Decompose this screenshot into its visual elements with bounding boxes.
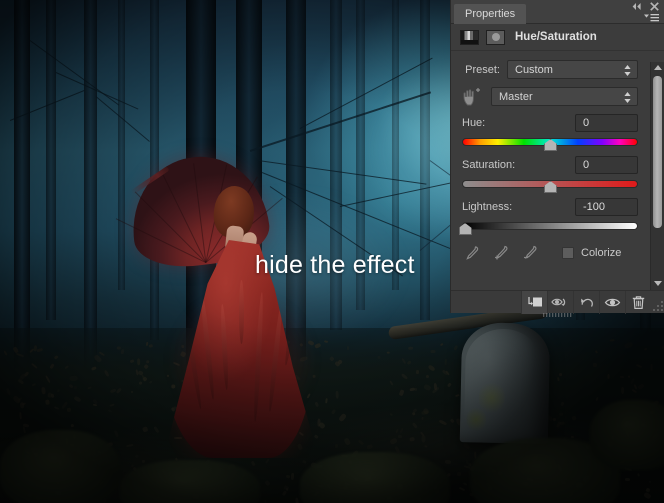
on-image-adjustment-hand-icon[interactable]: [461, 87, 483, 107]
toggle-visibility-button[interactable]: [599, 290, 625, 314]
close-icon[interactable]: [649, 1, 660, 12]
collapse-to-icons-icon[interactable]: [631, 1, 642, 12]
scroll-down-arrow-icon[interactable]: [651, 278, 664, 290]
lightness-slider[interactable]: [458, 219, 638, 235]
eye-icon: [604, 298, 621, 306]
panel-body: Preset: Custom Master Hue: 0 Saturation:…: [451, 51, 664, 266]
eye-arrow-icon: [551, 298, 566, 306]
colorize-checkbox[interactable]: [562, 247, 574, 259]
hue-slider-block: Hue: 0: [451, 113, 664, 151]
scroll-up-arrow-icon[interactable]: [651, 62, 664, 74]
preset-row: Preset: Custom: [451, 59, 664, 80]
saturation-input[interactable]: 0: [575, 156, 638, 174]
lightness-input[interactable]: -100: [575, 198, 638, 216]
saturation-slider-block: Saturation: 0: [451, 155, 664, 193]
reset-arrow-icon: [580, 298, 593, 307]
scrollbar-thumb[interactable]: [653, 76, 662, 228]
add-to-sample-eyedropper[interactable]: [493, 245, 508, 261]
panel-footer-toolbar: [451, 290, 664, 317]
lightness-slider-block: Lightness: -100: [451, 197, 664, 235]
app-root: hide the effect Properties Hue/Saturatio…: [0, 0, 664, 503]
panel-tab-bar: Properties: [451, 0, 664, 24]
saturation-label: Saturation:: [462, 159, 516, 171]
panel-window-buttons: [631, 1, 660, 12]
preset-select[interactable]: Custom: [507, 60, 638, 79]
hue-slider[interactable]: [462, 135, 638, 151]
trash-icon: [632, 295, 645, 309]
hue-input[interactable]: 0: [575, 114, 638, 132]
panel-scrollbar[interactable]: [650, 62, 664, 290]
layer-mask-icon[interactable]: [486, 29, 505, 45]
preset-value: Custom: [515, 63, 553, 76]
preset-label: Preset:: [465, 63, 500, 76]
clip-to-layer-icon: [528, 297, 542, 307]
properties-panel: Properties Hue/Saturation Preset: Custom…: [450, 0, 664, 317]
panel-header: Hue/Saturation: [451, 24, 664, 51]
eyedropper-row: Colorize: [451, 240, 664, 266]
panel-resize-grip[interactable]: [651, 291, 664, 314]
saturation-slider[interactable]: [462, 177, 638, 193]
hue-saturation-adjustment-icon[interactable]: [460, 29, 479, 45]
lightness-gradient-track[interactable]: [462, 222, 638, 230]
lightness-label: Lightness:: [462, 201, 513, 213]
channel-value: Master: [499, 90, 533, 103]
chevron-updown-icon: [624, 64, 631, 77]
subtract-from-sample-eyedropper[interactable]: [522, 245, 537, 261]
tab-properties[interactable]: Properties: [454, 4, 527, 24]
colorize-checkbox-row[interactable]: Colorize: [562, 247, 621, 259]
resize-grip-icon: [653, 300, 663, 311]
hue-label: Hue:: [462, 117, 486, 129]
page-title: Hue/Saturation: [515, 31, 597, 43]
channel-row: Master: [451, 86, 664, 107]
chevron-updown-icon: [624, 91, 631, 104]
delete-layer-button[interactable]: [625, 290, 651, 314]
reset-button[interactable]: [573, 290, 599, 314]
panel-drag-handle[interactable]: [543, 308, 573, 317]
colorize-label: Colorize: [581, 247, 622, 259]
panel-menu-icon[interactable]: [644, 14, 659, 23]
sample-color-eyedropper[interactable]: [464, 245, 479, 261]
channel-select[interactable]: Master: [491, 87, 638, 106]
overlay-annotation-text: hide the effect: [255, 251, 415, 279]
